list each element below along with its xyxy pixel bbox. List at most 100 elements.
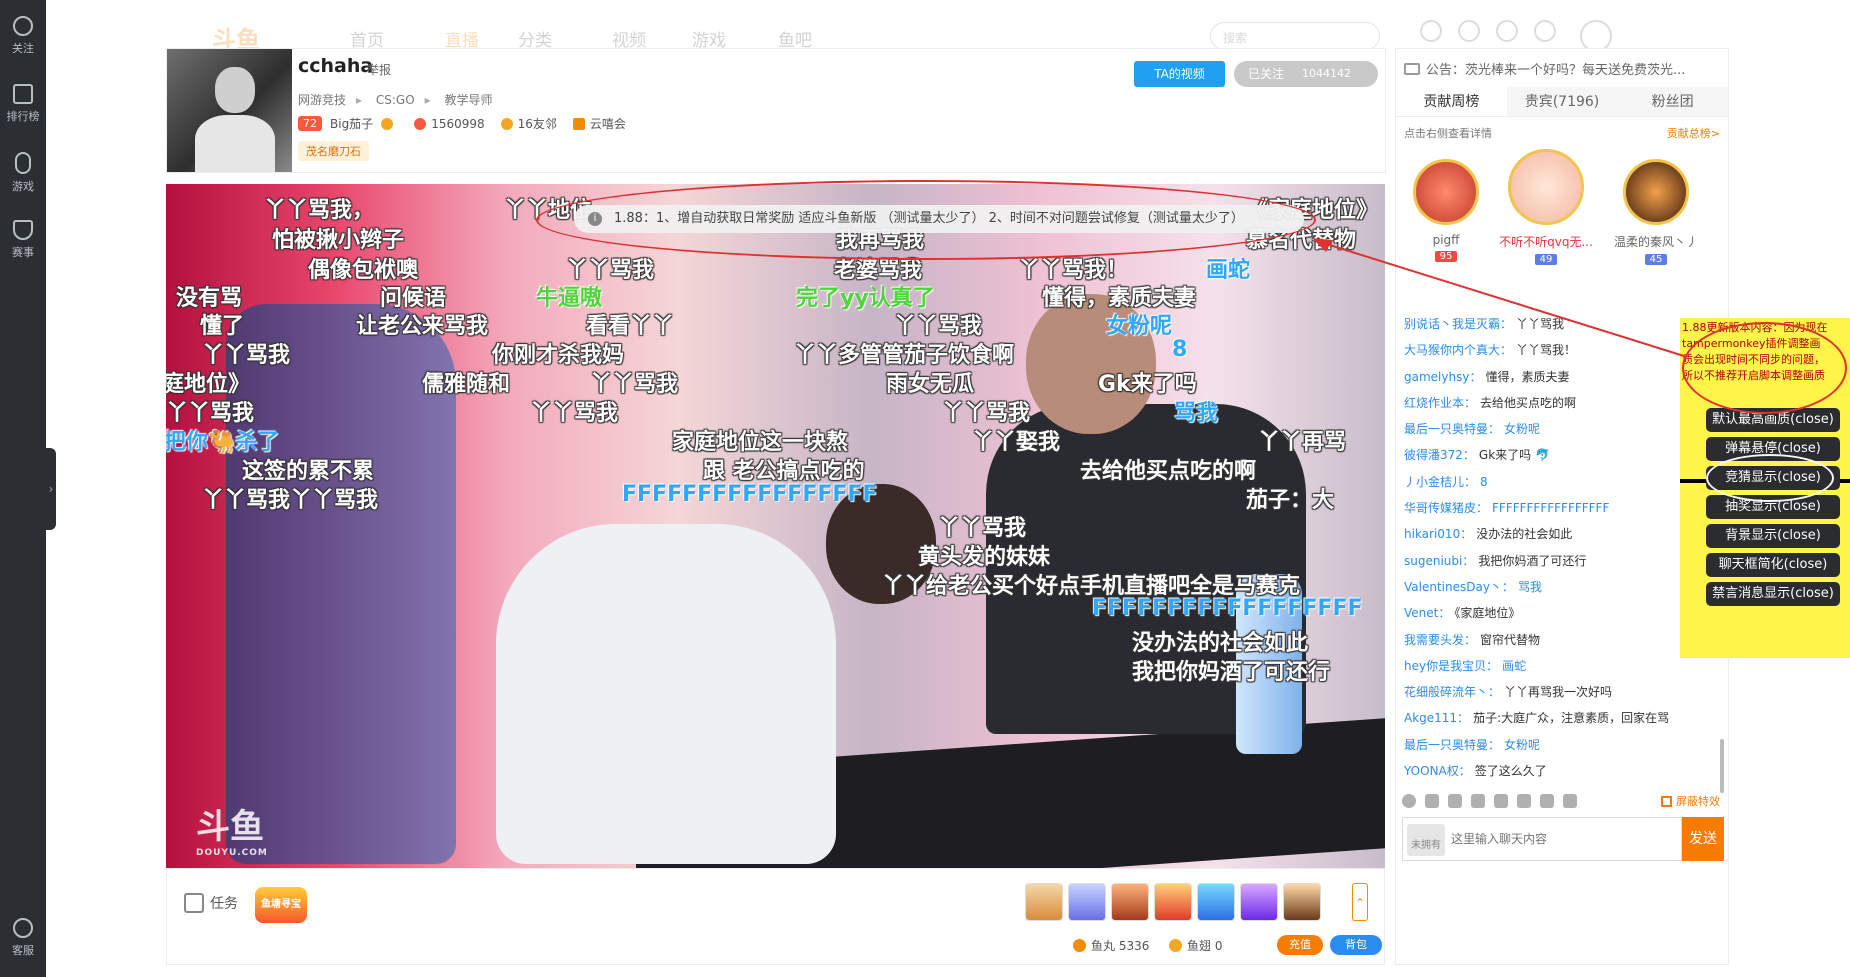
gift-icon[interactable] bbox=[1025, 883, 1063, 921]
follow-icon[interactable] bbox=[1458, 20, 1480, 42]
danmaku-comment: 跟 老公搞点吃的 bbox=[703, 459, 865, 484]
gift-icon[interactable] bbox=[1240, 883, 1278, 921]
task-button[interactable]: 任务 bbox=[184, 893, 238, 913]
anchor-name[interactable]: cchaha bbox=[298, 55, 373, 77]
chat-message: 红烧作业本： 去给他买点吃的啊 bbox=[1404, 390, 1722, 416]
danmaku-comment: 黄头发的妹妹 bbox=[918, 545, 1051, 570]
danmaku-comment: 丫丫骂我 bbox=[942, 401, 1031, 426]
gift-icon[interactable] bbox=[1111, 883, 1149, 921]
chat-username[interactable]: 大马猴你内个真大： bbox=[1404, 343, 1512, 357]
breadcrumb-item[interactable]: 教学导师 bbox=[445, 93, 493, 107]
chat-username[interactable]: 我需要头发： bbox=[1404, 633, 1476, 647]
chat-username[interactable]: ValentinesDay丶： bbox=[1404, 580, 1514, 594]
danmaku-comment: 庭地位》 bbox=[166, 372, 251, 397]
more-gifts-button[interactable]: ⌃ bbox=[1352, 883, 1368, 921]
chat-username[interactable]: 花细般碎流年丶： bbox=[1404, 685, 1500, 699]
friends-count[interactable]: 16友邻 bbox=[500, 115, 557, 132]
chat-username[interactable]: sugeniubi： bbox=[1404, 554, 1474, 568]
total-rank-link[interactable]: 贡献总榜> bbox=[1667, 125, 1720, 141]
mail-icon[interactable] bbox=[1425, 794, 1439, 808]
history-icon[interactable] bbox=[1420, 20, 1442, 42]
rail-item-service[interactable]: 客服 bbox=[0, 918, 46, 958]
chat-username[interactable]: Akge111： bbox=[1404, 711, 1469, 725]
ta-videos-button[interactable]: TA的视频 bbox=[1134, 61, 1225, 87]
chat-text: 8 bbox=[1480, 474, 1488, 489]
chat-username[interactable]: gamelyhsy： bbox=[1404, 370, 1481, 384]
charge-button[interactable]: 充值 bbox=[1277, 935, 1323, 955]
link-icon[interactable] bbox=[1563, 794, 1577, 808]
chat-text: 丫丫骂我 bbox=[1516, 317, 1565, 331]
rail-item-events[interactable]: 赛事 bbox=[0, 220, 46, 260]
follow-button[interactable]: 已关注 1044142 bbox=[1234, 61, 1378, 87]
chat-text: 我把你妈酒了可还行 bbox=[1478, 553, 1587, 568]
gift-icon[interactable] bbox=[1154, 883, 1192, 921]
send-button[interactable]: 发送 bbox=[1682, 817, 1724, 861]
chat-input[interactable] bbox=[1451, 824, 1671, 854]
chat-username[interactable]: 红烧作业本： bbox=[1404, 396, 1476, 410]
gift-icon[interactable] bbox=[1197, 883, 1235, 921]
rail-item-ranking[interactable]: 排行榜 bbox=[0, 84, 46, 124]
bell-icon[interactable] bbox=[1534, 20, 1556, 42]
top-search-input[interactable]: 搜索 bbox=[1210, 22, 1380, 50]
emoji-icon[interactable] bbox=[1402, 794, 1416, 808]
anchor-header: cchaha 举报 网游竞技 ▸ CS:GO ▸ 教学导师 72 Big茄子 156… bbox=[166, 48, 1386, 173]
toggle-background-button[interactable]: 背景显示(close) bbox=[1706, 524, 1840, 548]
danmaku-comment: 骂我 bbox=[1174, 401, 1219, 426]
rank-user-1[interactable]: pigff 95 bbox=[1396, 159, 1496, 263]
megaphone-icon[interactable] bbox=[1448, 794, 1462, 808]
danmaku-comment: 家庭地位这一块熬 bbox=[672, 430, 849, 455]
chat-sidebar: 公告：茨光棒来一个好吗？每天送免费茨光... 贡献周榜 贵宾(7196) 粉丝团… bbox=[1395, 48, 1729, 965]
toggle-chat-simplify-button[interactable]: 聊天框简化(close) bbox=[1706, 553, 1840, 577]
rank-user-3[interactable]: 温柔的秦风丶丿 45 bbox=[1606, 159, 1706, 266]
message-icon[interactable] bbox=[1496, 20, 1518, 42]
club-badge[interactable]: 云嘻会 bbox=[572, 115, 626, 132]
rank-user-2[interactable]: 不听不听qvq无... 49 bbox=[1496, 149, 1596, 266]
chat-message: Venet： 《家庭地位》 bbox=[1404, 600, 1722, 626]
chat-username[interactable]: 最后一只奥特曼： bbox=[1404, 738, 1500, 752]
tab-vip[interactable]: 贵宾(7196) bbox=[1507, 87, 1618, 116]
rail-item-follow[interactable]: 关注 bbox=[0, 16, 46, 56]
treasure-hunt-button[interactable]: 鱼塘寻宝 bbox=[255, 887, 307, 923]
report-link[interactable]: 举报 bbox=[367, 61, 391, 78]
danmaku-comment: 画蛇 bbox=[1206, 258, 1251, 283]
chat-username[interactable]: 彼得潘372： bbox=[1404, 448, 1475, 462]
tab-weekly-contribution[interactable]: 贡献周榜 bbox=[1396, 87, 1507, 116]
tab-fan-club[interactable]: 粉丝团 bbox=[1617, 87, 1728, 116]
anchor-tag[interactable]: 茂名磨刀石 bbox=[298, 141, 369, 161]
edit-icon[interactable] bbox=[1540, 794, 1554, 808]
chat-username[interactable]: YOONA权： bbox=[1404, 764, 1471, 778]
chat-message: hey你是我宝贝： 画蛇 bbox=[1404, 653, 1722, 679]
chat-message: 花细般碎流年丶： 丫丫再骂我一次好吗 bbox=[1404, 679, 1722, 705]
fan-badge-icon[interactable] bbox=[1494, 794, 1508, 808]
rail-expand-tab[interactable]: › bbox=[46, 448, 56, 530]
gift-icon[interactable] bbox=[1283, 883, 1321, 921]
anchor-avatar[interactable] bbox=[167, 49, 292, 172]
block-effects-toggle[interactable]: 屏蔽特效 bbox=[1661, 793, 1720, 809]
breadcrumb-item[interactable]: 网游竞技 bbox=[298, 93, 346, 107]
rail-item-games[interactable]: 游戏 bbox=[0, 152, 46, 194]
chat-text: Gk来了吗 🐬 bbox=[1478, 448, 1550, 463]
chat-username[interactable]: hey你是我宝贝： bbox=[1404, 659, 1498, 673]
room-icon[interactable] bbox=[1517, 794, 1531, 808]
chat-message: ValentinesDay丶： 骂我 bbox=[1404, 574, 1722, 600]
danmaku-comment: 丫丫娶我 bbox=[972, 430, 1061, 455]
color-icon[interactable] bbox=[1471, 794, 1485, 808]
chat-username[interactable]: 最后一只奥特曼： bbox=[1404, 422, 1500, 436]
danmaku-comment: 茄子：大 bbox=[1246, 488, 1335, 513]
video-player[interactable]: 斗鱼 DOUYU.COM 丫丫骂我， 丫丫地位 《家庭地位》 怕被揪小辫子 我再骂我 慕名… bbox=[166, 184, 1385, 868]
chat-username[interactable]: 华哥传媒猪皮： bbox=[1404, 501, 1488, 515]
chat-message: 我需要头发： 窗帘代替物 bbox=[1404, 627, 1722, 653]
chat-username[interactable]: Venet： bbox=[1404, 606, 1450, 620]
chat-username[interactable]: hikari010： bbox=[1404, 527, 1472, 541]
toggle-mute-messages-button[interactable]: 禁言消息显示(close) bbox=[1706, 582, 1840, 606]
chat-username[interactable]: 别说话丶我是灭霸： bbox=[1404, 317, 1512, 331]
chat-scrollbar[interactable] bbox=[1720, 739, 1724, 793]
bag-button[interactable]: 背包 bbox=[1330, 935, 1382, 955]
breadcrumb-item[interactable]: CS:GO bbox=[376, 93, 415, 107]
danmaku-comment: 丫丫再骂 bbox=[1258, 430, 1347, 455]
fan-group[interactable]: Big茄子 bbox=[330, 115, 398, 132]
chat-username[interactable]: 丿小金桔儿： bbox=[1404, 475, 1476, 489]
left-rail: 关注 排行榜 游戏 赛事 客服 bbox=[0, 0, 46, 977]
gift-icon[interactable] bbox=[1068, 883, 1106, 921]
fan-badge[interactable]: 未拥有 bbox=[1407, 824, 1445, 856]
